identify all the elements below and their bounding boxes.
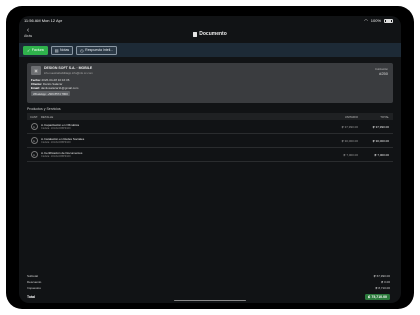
quote-number: #250	[379, 71, 388, 76]
whatsapp-badge[interactable]: WhatsApp: +506 8574 7800	[31, 91, 70, 97]
detail-cell: A·Instalación en Redes Sociales Cédula: …	[41, 137, 329, 145]
client-info: Fecha: 2026-04-28 10:16:36 Cliente: Dani…	[31, 78, 389, 97]
unit-price: ₡ 30,000.00	[341, 138, 358, 143]
qty-cell: 1	[27, 137, 41, 144]
factura-label: Factura	[31, 48, 44, 52]
subtotal-value: ₡ 67,990.00	[373, 274, 390, 278]
respuesta-label: Respuesta Inteli...	[85, 48, 114, 52]
check-icon: ✓	[27, 47, 31, 53]
discount-label: Descuento	[27, 280, 42, 284]
unit-price: ₡ 37,990.00	[341, 124, 358, 129]
status-date: Mon 12 Apr	[41, 18, 63, 23]
chevron-left-icon: ‹	[26, 27, 30, 34]
page-title-text: Documento	[199, 31, 227, 37]
nav-bar: ‹ Atrás Documento	[19, 25, 401, 43]
ipad-frame: 11:56 AM Mon 12 Apr ◠ 100% ‹ Atrás Docum…	[6, 6, 414, 309]
section-title: Productos y Servicios	[27, 107, 61, 111]
header-total: TOTAL	[380, 114, 389, 119]
respuesta-button[interactable]: ◷ Respuesta Inteli...	[76, 45, 118, 55]
notas-button[interactable]: ▤ Notas	[50, 45, 74, 55]
company-info: DESIGN SOFT S.A. · MOBILE info.nuestraha…	[44, 66, 93, 75]
toolbar: ✓ Factura ▤ Notas ◷ Respuesta Inteli...	[19, 43, 401, 57]
notas-label: Notas	[60, 48, 70, 52]
tax-row: Impuestos ₡ 8,710.00	[24, 285, 396, 291]
page-title: Documento	[193, 31, 227, 37]
status-bar: 11:56 AM Mon 12 Apr ◠ 100%	[19, 16, 401, 25]
qty-cell: 1	[27, 123, 41, 130]
detail-cell: A·Capacitación en Ofimática Cédula: 101/…	[41, 123, 329, 131]
header-detail: DETALLE	[41, 114, 54, 119]
email-row: Email: danilosalazar11@gmail.com	[31, 86, 389, 90]
product-name: A·Capacitación en Ofimática	[41, 122, 80, 127]
quote-block: Cotización #250	[375, 67, 388, 76]
detail-cell: A·Certificación de Documentos Cédula: 10…	[41, 151, 329, 159]
discount-value: ₡ 0.00	[381, 280, 390, 284]
subtotal-label: Subtotal	[27, 274, 39, 278]
qty-badge: 1	[30, 123, 38, 130]
back-button[interactable]: ‹ Atrás	[24, 27, 32, 38]
email-value: danilosalazar11@gmail.com	[40, 86, 79, 90]
document-icon	[193, 31, 198, 37]
qty-cell: 1	[27, 151, 41, 158]
header-qty: CANT.	[30, 114, 39, 119]
home-indicator[interactable]	[174, 299, 246, 301]
tax-value: ₡ 8,710.00	[375, 286, 390, 290]
qty-badge: 1	[30, 137, 38, 144]
header-unit: UNITARIO	[344, 114, 358, 119]
grand-total-label: Total	[27, 294, 36, 299]
table-row[interactable]: 1 A·Certificación de Documentos Cédula: …	[27, 148, 393, 162]
totals-section: Subtotal ₡ 67,990.00 Descuento ₡ 0.00 Im…	[24, 273, 396, 301]
table-row[interactable]: 1 A·Instalación en Redes Sociales Cédula…	[27, 134, 393, 148]
items-table: CANT. DETALLE UNITARIO TOTAL 1 A·Capacit…	[27, 113, 393, 162]
company-email: info.nuestrahabilitiapp.info@mk.cc.com	[44, 71, 93, 75]
row-total: ₡ 37,990.00	[372, 124, 389, 129]
product-name: A·Certificación de Documentos	[41, 150, 83, 155]
status-right: ◠ 100%	[364, 18, 393, 23]
app-screen: 11:56 AM Mon 12 Apr ◠ 100% ‹ Atrás Docum…	[19, 16, 401, 303]
email-label: Email:	[31, 86, 41, 90]
wifi-icon: ◠	[364, 18, 368, 23]
status-left: 11:56 AM Mon 12 Apr	[24, 18, 62, 23]
row-total: ₡ 30,000.00	[372, 138, 389, 143]
grand-total-value: ₡ 75,710.00	[364, 293, 390, 300]
product-sub: Cédula: 101/ACOBP3100	[41, 127, 71, 131]
table-header: CANT. DETALLE UNITARIO TOTAL	[27, 113, 393, 120]
battery-percent: 100%	[370, 18, 381, 23]
company-name: DESIGN SOFT S.A. · MOBILE	[44, 66, 93, 70]
product-sub: Cédula: 101/ACOBP3100	[41, 141, 71, 145]
battery-icon	[384, 18, 393, 23]
table-row[interactable]: 1 A·Capacitación en Ofimática Cédula: 10…	[27, 120, 393, 134]
unit-price: ₡ 7,000.00	[343, 152, 358, 157]
company-row: ▣ DESIGN SOFT S.A. · MOBILE info.nuestra…	[31, 66, 389, 75]
note-icon: ▤	[54, 47, 59, 53]
product-sub: Cédula: 101/ACOBP3100	[41, 155, 71, 159]
qty-badge: 1	[30, 151, 38, 158]
tax-label: Impuestos	[27, 286, 41, 290]
factura-button[interactable]: ✓ Factura	[23, 45, 48, 55]
clock-icon: ◷	[80, 47, 84, 53]
status-time: 11:56 AM	[24, 18, 41, 23]
row-total: ₡ 7,000.00	[374, 152, 389, 157]
company-logo-icon: ▣	[31, 66, 41, 75]
product-name: A·Instalación en Redes Sociales	[41, 136, 85, 141]
back-label: Atrás	[24, 34, 33, 38]
document-header-card: ▣ DESIGN SOFT S.A. · MOBILE info.nuestra…	[27, 63, 393, 103]
